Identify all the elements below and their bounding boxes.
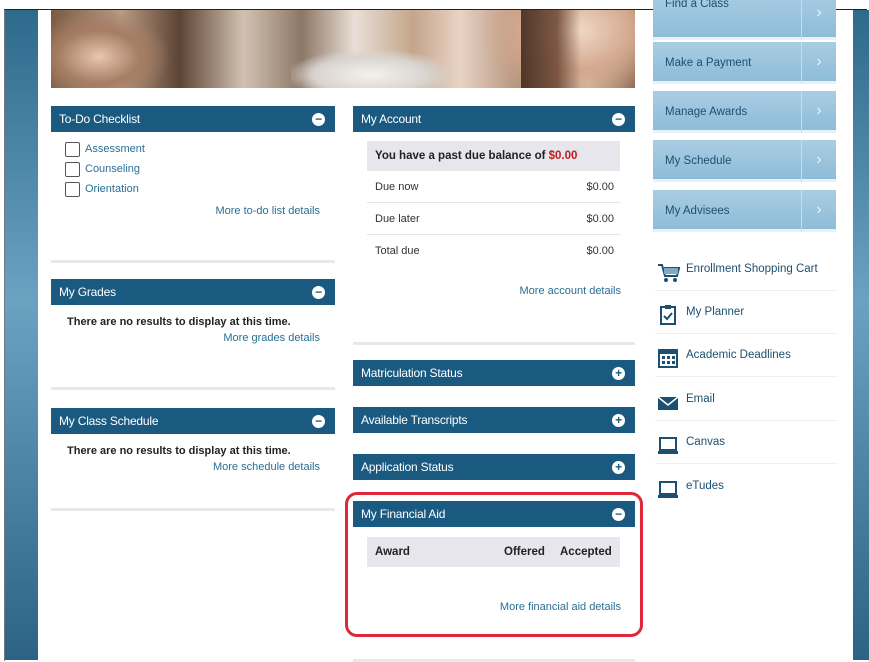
manage-awards-label: Manage Awards <box>665 106 748 118</box>
page-background-right <box>853 10 869 660</box>
sidebar-link-academic-deadlines[interactable]: Academic Deadlines <box>655 334 838 377</box>
more-schedule-link[interactable]: More schedule details <box>213 461 320 473</box>
past-due-text: You have a past due balance of <box>375 150 549 162</box>
my-grades-title: My Grades <box>59 285 116 299</box>
my-advisees-label: My Advisees <box>665 205 730 217</box>
more-grades-link[interactable]: More grades details <box>223 332 320 344</box>
sidebar-link-canvas[interactable]: Canvas <box>655 421 838 464</box>
sidebar-link-label: Enrollment Shopping Cart <box>686 263 818 275</box>
matriculation-status-header[interactable]: Matriculation Status + <box>353 360 635 386</box>
financial-aid-highlight <box>345 492 643 637</box>
class-schedule-title: My Class Schedule <box>59 414 159 428</box>
account-row: Due later $0.00 <box>367 204 620 235</box>
email-icon <box>657 389 679 410</box>
planner-icon <box>657 302 679 325</box>
available-transcripts-header[interactable]: Available Transcripts + <box>353 407 635 433</box>
account-row: Total due $0.00 <box>367 236 620 267</box>
application-status-header[interactable]: Application Status + <box>353 454 635 480</box>
make-a-payment-button[interactable]: Make a Payment › <box>653 42 836 84</box>
todo-item-label[interactable]: Counseling <box>85 163 140 175</box>
my-schedule-button[interactable]: My Schedule › <box>653 140 836 182</box>
sidebar-link-email[interactable]: Email <box>655 378 838 421</box>
matriculation-status-widget: Matriculation Status + <box>353 360 635 386</box>
collapse-icon[interactable]: − <box>612 113 625 126</box>
chevron-right-icon: › <box>801 42 836 84</box>
checkbox[interactable] <box>65 181 80 197</box>
class-schedule-header[interactable]: My Class Schedule − <box>51 408 335 434</box>
account-row: Due now $0.00 <box>367 172 620 203</box>
expand-icon[interactable]: + <box>612 414 625 427</box>
account-row-label: Total due <box>375 245 420 257</box>
collapse-icon[interactable]: − <box>312 286 325 299</box>
todo-checklist-widget: To-Do Checklist − Assessment Counseling … <box>51 106 335 263</box>
available-transcripts-widget: Available Transcripts + <box>353 407 635 433</box>
more-todo-link[interactable]: More to-do list details <box>215 205 320 217</box>
matriculation-status-title: Matriculation Status <box>361 366 463 380</box>
chevron-right-icon: › <box>801 91 836 133</box>
account-row-label: Due later <box>375 213 420 225</box>
page-background-left <box>5 10 38 660</box>
sidebar-link-etudes[interactable]: eTudes <box>655 465 838 507</box>
schedule-empty-message: There are no results to display at this … <box>67 445 291 457</box>
my-account-title: My Account <box>361 112 422 126</box>
past-due-banner: You have a past due balance of $0.00 <box>367 141 620 171</box>
sidebar-link-label: Academic Deadlines <box>686 349 791 361</box>
sidebar-link-label: eTudes <box>686 480 724 492</box>
hero-banner-image <box>51 10 635 88</box>
make-a-payment-label: Make a Payment <box>665 57 752 69</box>
account-row-label: Due now <box>375 181 419 193</box>
manage-awards-button[interactable]: Manage Awards › <box>653 91 836 133</box>
collapse-icon[interactable]: − <box>312 415 325 428</box>
my-schedule-label: My Schedule <box>665 155 732 167</box>
calendar-icon <box>657 345 679 368</box>
todo-item-label[interactable]: Orientation <box>85 183 139 195</box>
more-account-link[interactable]: More account details <box>520 285 622 297</box>
etudes-icon <box>657 476 679 498</box>
my-account-header[interactable]: My Account − <box>353 106 635 132</box>
checkbox[interactable] <box>65 141 80 157</box>
sidebar-link-planner[interactable]: My Planner <box>655 291 838 334</box>
chevron-right-icon: › <box>801 190 836 232</box>
application-status-widget: Application Status + <box>353 454 635 480</box>
canvas-icon <box>657 432 679 454</box>
grades-empty-message: There are no results to display at this … <box>67 316 291 328</box>
sidebar-link-label: Email <box>686 393 715 405</box>
my-advisees-button[interactable]: My Advisees › <box>653 190 836 232</box>
available-transcripts-title: Available Transcripts <box>361 413 468 427</box>
expand-icon[interactable]: + <box>612 461 625 474</box>
my-account-widget: My Account − You have a past due balance… <box>353 106 635 345</box>
expand-icon[interactable]: + <box>612 367 625 380</box>
application-status-title: Application Status <box>361 460 454 474</box>
find-a-class-label: Find a Class <box>665 0 729 10</box>
collapse-icon[interactable]: − <box>312 113 325 126</box>
find-a-class-button[interactable]: Find a Class › <box>653 0 836 40</box>
todo-item[interactable]: Orientation <box>65 181 139 197</box>
sidebar-link-shopping-cart[interactable]: Enrollment Shopping Cart <box>655 248 838 291</box>
my-grades-widget: My Grades − There are no results to disp… <box>51 279 335 390</box>
todo-item-label[interactable]: Assessment <box>85 143 145 155</box>
sidebar-link-label: Canvas <box>686 436 725 448</box>
my-class-schedule-widget: My Class Schedule − There are no results… <box>51 408 335 511</box>
chevron-right-icon: › <box>801 140 836 182</box>
shopping-cart-icon <box>657 259 681 282</box>
account-row-value: $0.00 <box>586 245 614 257</box>
past-due-amount: $0.00 <box>548 150 578 162</box>
account-row-value: $0.00 <box>586 181 614 193</box>
todo-checklist-title: To-Do Checklist <box>59 112 141 126</box>
todo-checklist-header[interactable]: To-Do Checklist − <box>51 106 335 132</box>
checkbox[interactable] <box>65 161 80 177</box>
chevron-right-icon: › <box>801 0 836 40</box>
todo-item[interactable]: Assessment <box>65 141 145 157</box>
account-row-value: $0.00 <box>586 213 614 225</box>
todo-item[interactable]: Counseling <box>65 161 140 177</box>
sidebar-link-label: My Planner <box>686 306 745 318</box>
my-grades-header[interactable]: My Grades − <box>51 279 335 305</box>
